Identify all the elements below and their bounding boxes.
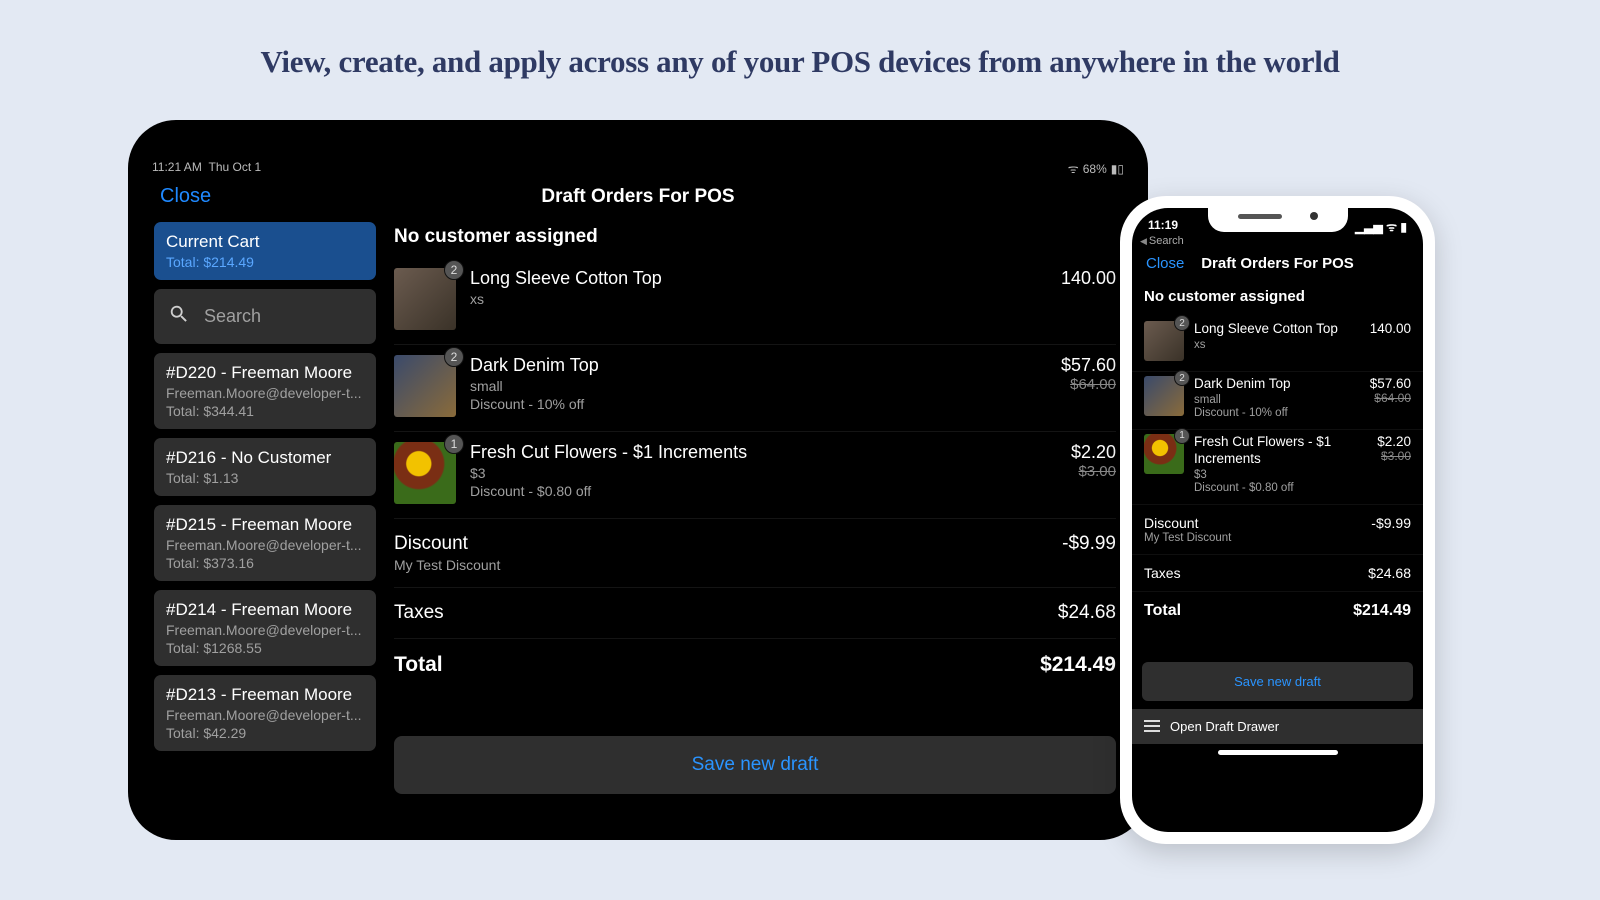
line-item[interactable]: 2 Long Sleeve Cotton Topxs 140.00 (1132, 317, 1423, 372)
customer-header: No customer assigned (394, 222, 1116, 262)
product-thumb: 2 (1144, 376, 1184, 416)
line-item[interactable]: 2 Dark Denim TopsmallDiscount - 10% off … (1132, 372, 1423, 430)
draft-card[interactable]: #D214 - Freeman Moore Freeman.Moore@deve… (154, 590, 376, 666)
line-item[interactable]: 2 Dark Denim Top small Discount - 10% of… (394, 349, 1116, 432)
product-thumb: 2 (394, 355, 456, 417)
search-input[interactable]: Search (154, 289, 376, 344)
cart-detail: No customer assigned 2 Long Sleeve Cotto… (394, 222, 1122, 794)
draft-card[interactable]: #D216 - No Customer Total: $1.13 (154, 438, 376, 496)
current-cart-card[interactable]: Current Cart Total: $214.49 (154, 222, 376, 280)
wifi-icon: ᯤ (1068, 160, 1079, 177)
search-icon (168, 303, 190, 330)
close-button[interactable]: Close (160, 185, 211, 208)
home-indicator[interactable] (1218, 750, 1338, 755)
close-button[interactable]: Close (1146, 255, 1184, 272)
menu-icon (1144, 720, 1160, 732)
signal-icon: ▁▃▅ ᯤ ▮ (1355, 218, 1407, 235)
battery-icon: ▮▯ (1111, 162, 1124, 176)
discount-row: DiscountMy Test Discount -$9.99 (394, 519, 1116, 588)
tablet-device: 11:21 AM Thu Oct 1 ᯤ 68% ▮▯ Close Draft … (128, 120, 1148, 840)
customer-header: No customer assigned (1132, 284, 1423, 317)
screen-title: Draft Orders For POS (142, 186, 1134, 208)
open-draft-drawer-button[interactable]: Open Draft Drawer (1132, 709, 1423, 744)
line-item[interactable]: 1 Fresh Cut Flowers - $1 Increments $3 D… (394, 436, 1116, 519)
draft-card[interactable]: #D220 - Freeman Moore Freeman.Moore@deve… (154, 353, 376, 429)
tablet-status-bar: 11:21 AM Thu Oct 1 ᯤ 68% ▮▯ (142, 154, 1134, 181)
phone-device: 11:19 ▁▃▅ ᯤ ▮ Search Close Draft Orders … (1120, 196, 1435, 844)
line-item[interactable]: 1 Fresh Cut Flowers - $1 Increments$3Dis… (1132, 430, 1423, 505)
save-new-draft-button[interactable]: Save new draft (394, 736, 1116, 794)
product-thumb: 2 (1144, 321, 1184, 361)
line-item[interactable]: 2 Long Sleeve Cotton Top xs 140.00 (394, 262, 1116, 345)
drafts-sidebar: Current Cart Total: $214.49 Search #D220… (154, 222, 376, 794)
discount-row: DiscountMy Test Discount -$9.99 (1132, 505, 1423, 555)
taxes-row: Taxes $24.68 (394, 588, 1116, 639)
product-thumb: 2 (394, 268, 456, 330)
product-thumb: 1 (1144, 434, 1184, 474)
marketing-headline: View, create, and apply across any of yo… (0, 0, 1600, 80)
total-row: Total$214.49 (1132, 592, 1423, 630)
draft-card[interactable]: #D213 - Freeman Moore Freeman.Moore@deve… (154, 675, 376, 751)
save-new-draft-button[interactable]: Save new draft (1142, 662, 1413, 701)
draft-card[interactable]: #D215 - Freeman Moore Freeman.Moore@deve… (154, 505, 376, 581)
total-row: Total $214.49 (394, 639, 1116, 691)
taxes-row: Taxes$24.68 (1132, 555, 1423, 592)
back-to-search[interactable]: Search (1132, 235, 1423, 249)
product-thumb: 1 (394, 442, 456, 504)
